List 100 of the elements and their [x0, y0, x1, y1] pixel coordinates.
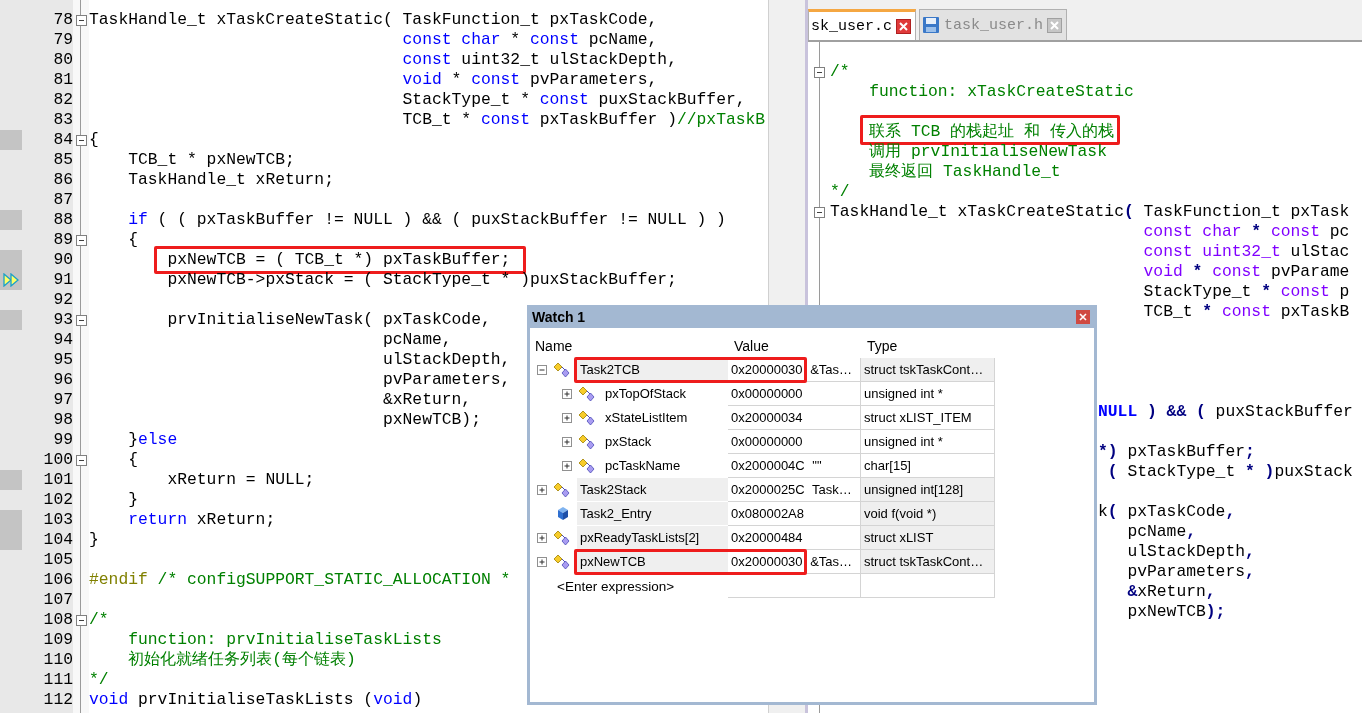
line-number: 96: [53, 370, 73, 390]
code-line: */: [89, 670, 109, 689]
line-number: 109: [43, 630, 73, 650]
code-line: pcName,: [1127, 522, 1196, 541]
line-number: 110: [43, 650, 73, 670]
line-number: 94: [53, 330, 73, 350]
type-cell: struct xLIST_ITEM: [861, 406, 995, 430]
code-line: pxNewTCB);: [382, 410, 481, 429]
line-number: 89: [53, 230, 73, 250]
line-number: 106: [43, 570, 73, 590]
code-line: &xReturn,: [1127, 582, 1216, 601]
code-line: 初始化就绪任务列表(每个链表): [128, 650, 356, 669]
code-line: ulStackDepth,: [382, 350, 511, 369]
code-line: ( StackType_t * )puxStack: [1107, 462, 1353, 481]
type-cell: struct tskTaskCont…: [861, 358, 995, 382]
code-line: #endif /* configSUPPORT_STATIC_ALLOCATION *: [89, 570, 511, 589]
code-line: if ( ( pxTaskBuffer != NULL ) && ( puxStackBuffer != NULL ) ): [128, 210, 726, 229]
code-line: {: [128, 450, 138, 469]
code-line: return xReturn;: [128, 510, 276, 529]
code-line: function: xTaskCreateStatic: [869, 82, 1134, 101]
line-number: 83: [53, 110, 73, 130]
value-cell: 0x00000000: [728, 382, 861, 406]
line-number: 87: [53, 190, 73, 210]
code-line: 联系 TCB 的栈起址 和 传入的栈: [869, 122, 1114, 141]
line-number: 95: [53, 350, 73, 370]
line-number: 85: [53, 150, 73, 170]
type-cell: unsigned int *: [861, 430, 995, 454]
code-line: pvParameters,: [382, 370, 511, 389]
code-line: void * const pvParame: [1143, 262, 1350, 281]
line-number: 84: [53, 130, 73, 150]
code-line: pvParameters,: [1127, 562, 1255, 581]
line-number: 112: [43, 690, 73, 710]
value-cell: 0x00000000: [728, 430, 861, 454]
line-number: 100: [43, 450, 73, 470]
line-number: 97: [53, 390, 73, 410]
code-line: TaskHandle_t xTaskCreateStatic( TaskFunction_t pxTaskCode,: [89, 10, 658, 29]
code-line: *) pxTaskBuffer;: [1098, 442, 1255, 461]
line-number: 92: [53, 290, 73, 310]
line-number: 79: [53, 30, 73, 50]
code-line: xReturn = NULL;: [167, 470, 315, 489]
code-line: void * const pvParameters,: [402, 70, 658, 89]
line-number: 88: [53, 210, 73, 230]
variable-name-cell: pxTopOfStack: [602, 382, 728, 406]
code-line: void prvInitialiseTaskLists (void): [89, 690, 423, 709]
line-number: 93: [53, 310, 73, 330]
value-cell: 0x2000004C "": [728, 454, 861, 478]
type-cell: struct xLIST: [861, 526, 995, 550]
code-line: pxNewTCB = ( TCB_t *) pxTaskBuffer;: [167, 250, 511, 269]
code-line: */: [830, 182, 850, 201]
line-number: 81: [53, 70, 73, 90]
line-number: 107: [43, 590, 73, 610]
line-number: 80: [53, 50, 73, 70]
code-line: TCB_t * pxNewTCB;: [128, 150, 295, 169]
variable-name-cell: Task2Stack: [577, 478, 728, 502]
variable-name-cell: pxReadyTaskLists[2]: [577, 526, 728, 550]
variable-name-cell: xStateListItem: [602, 406, 728, 430]
line-number: 99: [53, 430, 73, 450]
line-number: 103: [43, 510, 73, 530]
code-line: TCB_t * const pxTaskBuffer )//pxTaskB: [402, 110, 766, 129]
type-cell: void f(void *): [861, 502, 995, 526]
code-line: prvInitialiseNewTask( pxTaskCode,: [167, 310, 491, 329]
code-line: }else: [128, 430, 178, 449]
code-line: function: prvInitialiseTaskLists: [128, 630, 442, 649]
value-cell: 0x20000034: [728, 406, 861, 430]
variable-name-cell: pxStack: [602, 430, 728, 454]
line-number: 104: [43, 530, 73, 550]
line-number: 102: [43, 490, 73, 510]
code-line: StackType_t * const puxStackBuffer,: [402, 90, 746, 109]
code-line: TaskHandle_t xTaskCreateStatic( TaskFunction_t pxTask: [830, 202, 1350, 221]
type-cell: struct tskTaskCont…: [861, 550, 995, 574]
type-cell: unsigned int *: [861, 382, 995, 406]
window-title: Watch 1: [532, 308, 586, 325]
line-number: 111: [43, 670, 73, 690]
line-number: 108: [43, 610, 73, 630]
code-line: pxNewTCB->pxStack = ( StackType_t * )puxStackBuffer;: [167, 270, 677, 289]
line-number: 101: [43, 470, 73, 490]
code-line: k( pxTaskCode,: [1098, 502, 1236, 521]
code-line: NULL ) && ( puxStackBuffer: [1098, 402, 1353, 421]
line-number: 82: [53, 90, 73, 110]
line-number: 105: [43, 550, 73, 570]
code-line: {: [128, 230, 138, 249]
code-line: const char * const pcName,: [402, 30, 658, 49]
code-line: {: [89, 130, 99, 149]
line-number: 86: [53, 170, 73, 190]
code-line: const char * const pc: [1143, 222, 1350, 241]
code-line: 最终返回 TaskHandle_t: [869, 162, 1061, 181]
code-line: const uint32_t ulStac: [1143, 242, 1350, 261]
code-line: &xReturn,: [382, 390, 472, 409]
code-line: /*: [830, 62, 850, 81]
code-line: TCB_t * const pxTaskB: [1143, 302, 1350, 321]
type-cell: unsigned int[128]: [861, 478, 995, 502]
code-line: }: [128, 490, 138, 509]
code-line: ulStackDepth,: [1127, 542, 1255, 561]
code-line: StackType_t * const p: [1143, 282, 1350, 301]
code-line: }: [89, 530, 99, 549]
code-line: 调用 prvInitialiseNewTask: [869, 142, 1107, 161]
code-line: TaskHandle_t xReturn;: [128, 170, 334, 189]
line-number: 91: [53, 270, 73, 290]
line-number: 98: [53, 410, 73, 430]
line-number: 90: [53, 250, 73, 270]
